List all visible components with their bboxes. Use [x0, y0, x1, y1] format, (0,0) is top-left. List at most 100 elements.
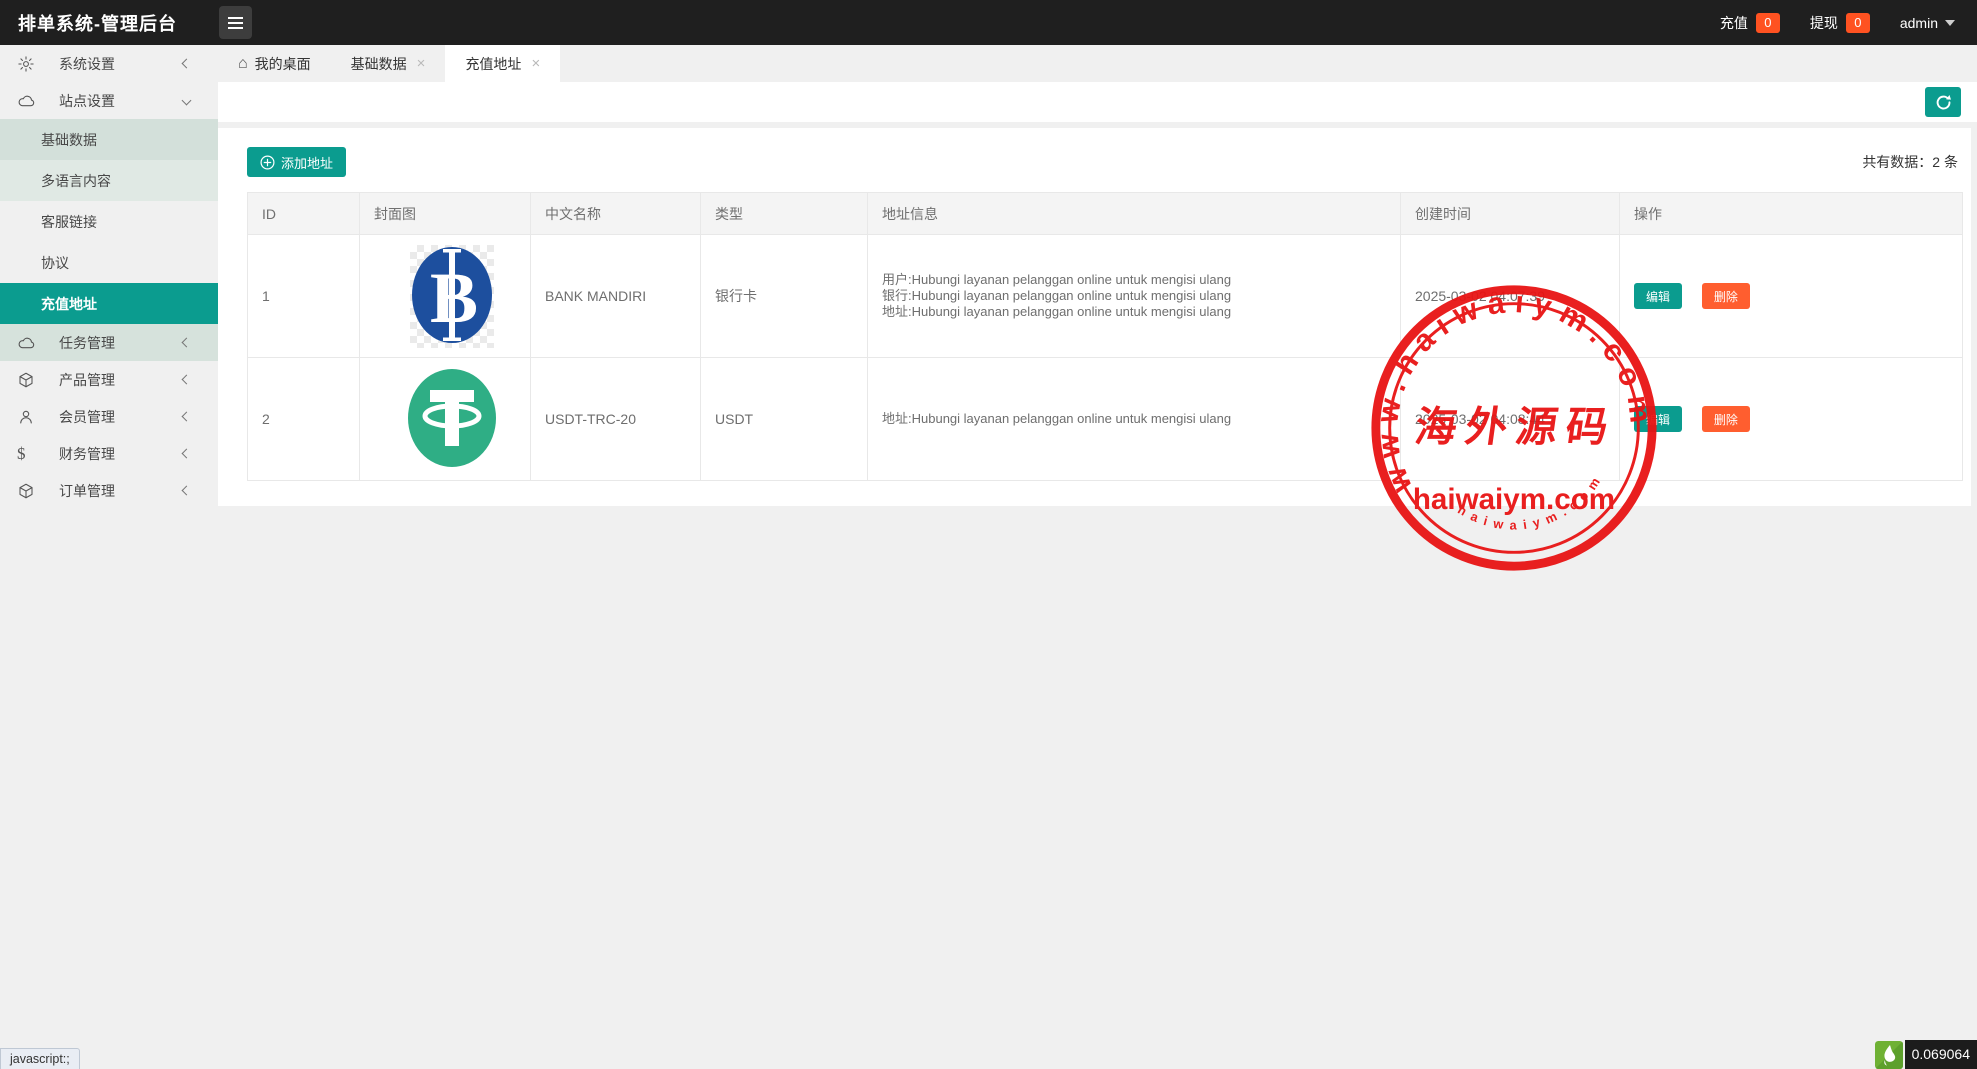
col-header-actions: 操作 — [1620, 193, 1963, 235]
cube-icon — [17, 482, 39, 500]
sidebar-item-product-management[interactable]: 产品管理 — [0, 361, 218, 398]
debug-trace-bar[interactable]: 0.069064 — [1875, 1040, 1977, 1069]
user-menu[interactable]: admin — [1900, 15, 1955, 31]
top-header: 排单系统-管理后台 充值 0 提现 0 admin — [0, 0, 1977, 45]
svg-text:B: B — [430, 258, 478, 338]
filter-strip — [218, 82, 1977, 122]
sidebar-subitem-agreement[interactable]: 协议 — [0, 242, 218, 283]
admin-screen: 排单系统-管理后台 充值 0 提现 0 admin 系统设置 — [0, 0, 1977, 1069]
cloud-icon — [17, 334, 39, 351]
chevron-left-icon — [182, 412, 192, 422]
col-header-id: ID — [248, 193, 360, 235]
username: admin — [1900, 15, 1938, 31]
cell-type: 银行卡 — [701, 235, 868, 358]
edit-button[interactable]: 编辑 — [1634, 406, 1682, 432]
recharge-count-badge: 0 — [1756, 13, 1780, 33]
sidebar-item-label: 站点设置 — [59, 91, 183, 111]
cell-address: 地址:Hubungi layanan pelanggan online untu… — [868, 358, 1401, 481]
refresh-button[interactable] — [1925, 87, 1961, 117]
address-line: 地址:Hubungi layanan pelanggan online untu… — [882, 411, 1400, 427]
cell-id: 2 — [248, 358, 360, 481]
dollar-icon: $ — [17, 444, 39, 464]
tab-basic-data[interactable]: 基础数据 × — [331, 45, 446, 82]
sidebar-subitem-basic-data[interactable]: 基础数据 — [0, 119, 218, 160]
hamburger-icon — [228, 17, 243, 19]
cloud-icon — [17, 92, 39, 109]
sidebar-item-member-management[interactable]: 会员管理 — [0, 398, 218, 435]
plus-circle-icon — [260, 155, 275, 170]
sidebar-subitem-label: 充值地址 — [41, 294, 97, 314]
chevron-left-icon — [182, 59, 192, 69]
sidebar-subitem-label: 基础数据 — [41, 130, 97, 150]
recharge-link[interactable]: 充值 0 — [1720, 13, 1780, 33]
sidebar-subitem-multilanguage[interactable]: 多语言内容 — [0, 160, 218, 201]
thinkphp-flame-icon[interactable] — [1875, 1041, 1903, 1069]
cell-address: 用户:Hubungi layanan pelanggan online untu… — [868, 235, 1401, 358]
tab-recharge-address[interactable]: 充值地址 × — [445, 45, 560, 82]
cell-logo: B — [360, 235, 531, 358]
link-preview-tooltip: javascript:; — [0, 1048, 80, 1069]
sidebar-item-label: 会员管理 — [59, 407, 183, 427]
sidebar-subitem-label: 协议 — [41, 253, 69, 273]
app-title: 排单系统-管理后台 — [18, 10, 177, 36]
sidebar-item-order-management[interactable]: 订单管理 — [0, 472, 218, 509]
close-icon[interactable]: × — [531, 55, 540, 72]
sidebar-item-label: 财务管理 — [59, 444, 183, 464]
delete-button[interactable]: 删除 — [1702, 406, 1750, 432]
address-table: ID 封面图 中文名称 类型 地址信息 创建时间 操作 1 — [247, 192, 1963, 481]
cell-name: BANK MANDIRI — [531, 235, 701, 358]
table-row: 2 U — [248, 358, 1963, 481]
gear-icon — [17, 55, 39, 73]
col-header-type: 类型 — [701, 193, 868, 235]
chevron-down-icon — [182, 96, 192, 106]
col-header-created: 创建时间 — [1401, 193, 1620, 235]
recharge-label: 充值 — [1720, 13, 1748, 33]
sidebar-subitem-service-link[interactable]: 客服链接 — [0, 201, 218, 242]
cube-icon — [17, 371, 39, 389]
withdraw-link[interactable]: 提现 0 — [1810, 13, 1870, 33]
sidebar-item-finance-management[interactable]: $ 财务管理 — [0, 435, 218, 472]
cell-name: USDT-TRC-20 — [531, 358, 701, 481]
total-count: 共有数据：2 条 — [1862, 152, 1962, 172]
execution-time-badge: 0.069064 — [1905, 1040, 1977, 1069]
sidebar-subitem-label: 客服链接 — [41, 212, 97, 232]
edit-button[interactable]: 编辑 — [1634, 283, 1682, 309]
cell-logo — [360, 358, 531, 481]
usdt-tether-logo — [406, 368, 498, 471]
user-icon — [17, 408, 39, 426]
sidebar-item-task-management[interactable]: 任务管理 — [0, 324, 218, 361]
col-header-address: 地址信息 — [868, 193, 1401, 235]
table-row: 1 B — [248, 235, 1963, 358]
main-content: ⌂ 我的桌面 基础数据 × 充值地址 × — [218, 45, 1977, 1069]
card-toolbar: 添加地址 共有数据：2 条 — [247, 141, 1962, 183]
chevron-down-icon — [1945, 20, 1955, 26]
tab-my-desktop[interactable]: ⌂ 我的桌面 — [218, 45, 331, 82]
tab-label: 我的桌面 — [255, 54, 311, 74]
header-right: 充值 0 提现 0 admin — [1720, 13, 1977, 33]
sidebar-subitem-recharge-address[interactable]: 充值地址 — [0, 283, 218, 324]
tab-label: 充值地址 — [465, 54, 521, 74]
bank-mandiri-logo: B — [410, 245, 494, 348]
sidebar-item-site-settings[interactable]: 站点设置 — [0, 82, 218, 119]
add-address-button[interactable]: 添加地址 — [247, 147, 346, 177]
cell-actions: 编辑 删除 — [1620, 235, 1963, 358]
content-card: 添加地址 共有数据：2 条 ID 封面图 中文名称 类型 地址信息 创建 — [218, 128, 1971, 506]
menu-toggle-button[interactable] — [219, 6, 252, 39]
cell-created: 2025-03-02 04:08:44 — [1401, 358, 1620, 481]
col-header-name: 中文名称 — [531, 193, 701, 235]
delete-button[interactable]: 删除 — [1702, 283, 1750, 309]
sidebar-subitem-label: 多语言内容 — [41, 171, 111, 191]
sidebar-item-label: 产品管理 — [59, 370, 183, 390]
home-icon: ⌂ — [238, 55, 248, 73]
sidebar-item-label: 系统设置 — [59, 54, 183, 74]
chevron-left-icon — [182, 338, 192, 348]
cell-actions: 编辑 删除 — [1620, 358, 1963, 481]
close-icon[interactable]: × — [417, 55, 426, 72]
withdraw-label: 提现 — [1810, 13, 1838, 33]
address-line: 用户:Hubungi layanan pelanggan online untu… — [882, 272, 1400, 288]
withdraw-count-badge: 0 — [1846, 13, 1870, 33]
sidebar-item-system-settings[interactable]: 系统设置 — [0, 45, 218, 82]
cell-created: 2025-03-02 04:07:39 — [1401, 235, 1620, 358]
cell-id: 1 — [248, 235, 360, 358]
sidebar-item-label: 订单管理 — [59, 481, 183, 501]
